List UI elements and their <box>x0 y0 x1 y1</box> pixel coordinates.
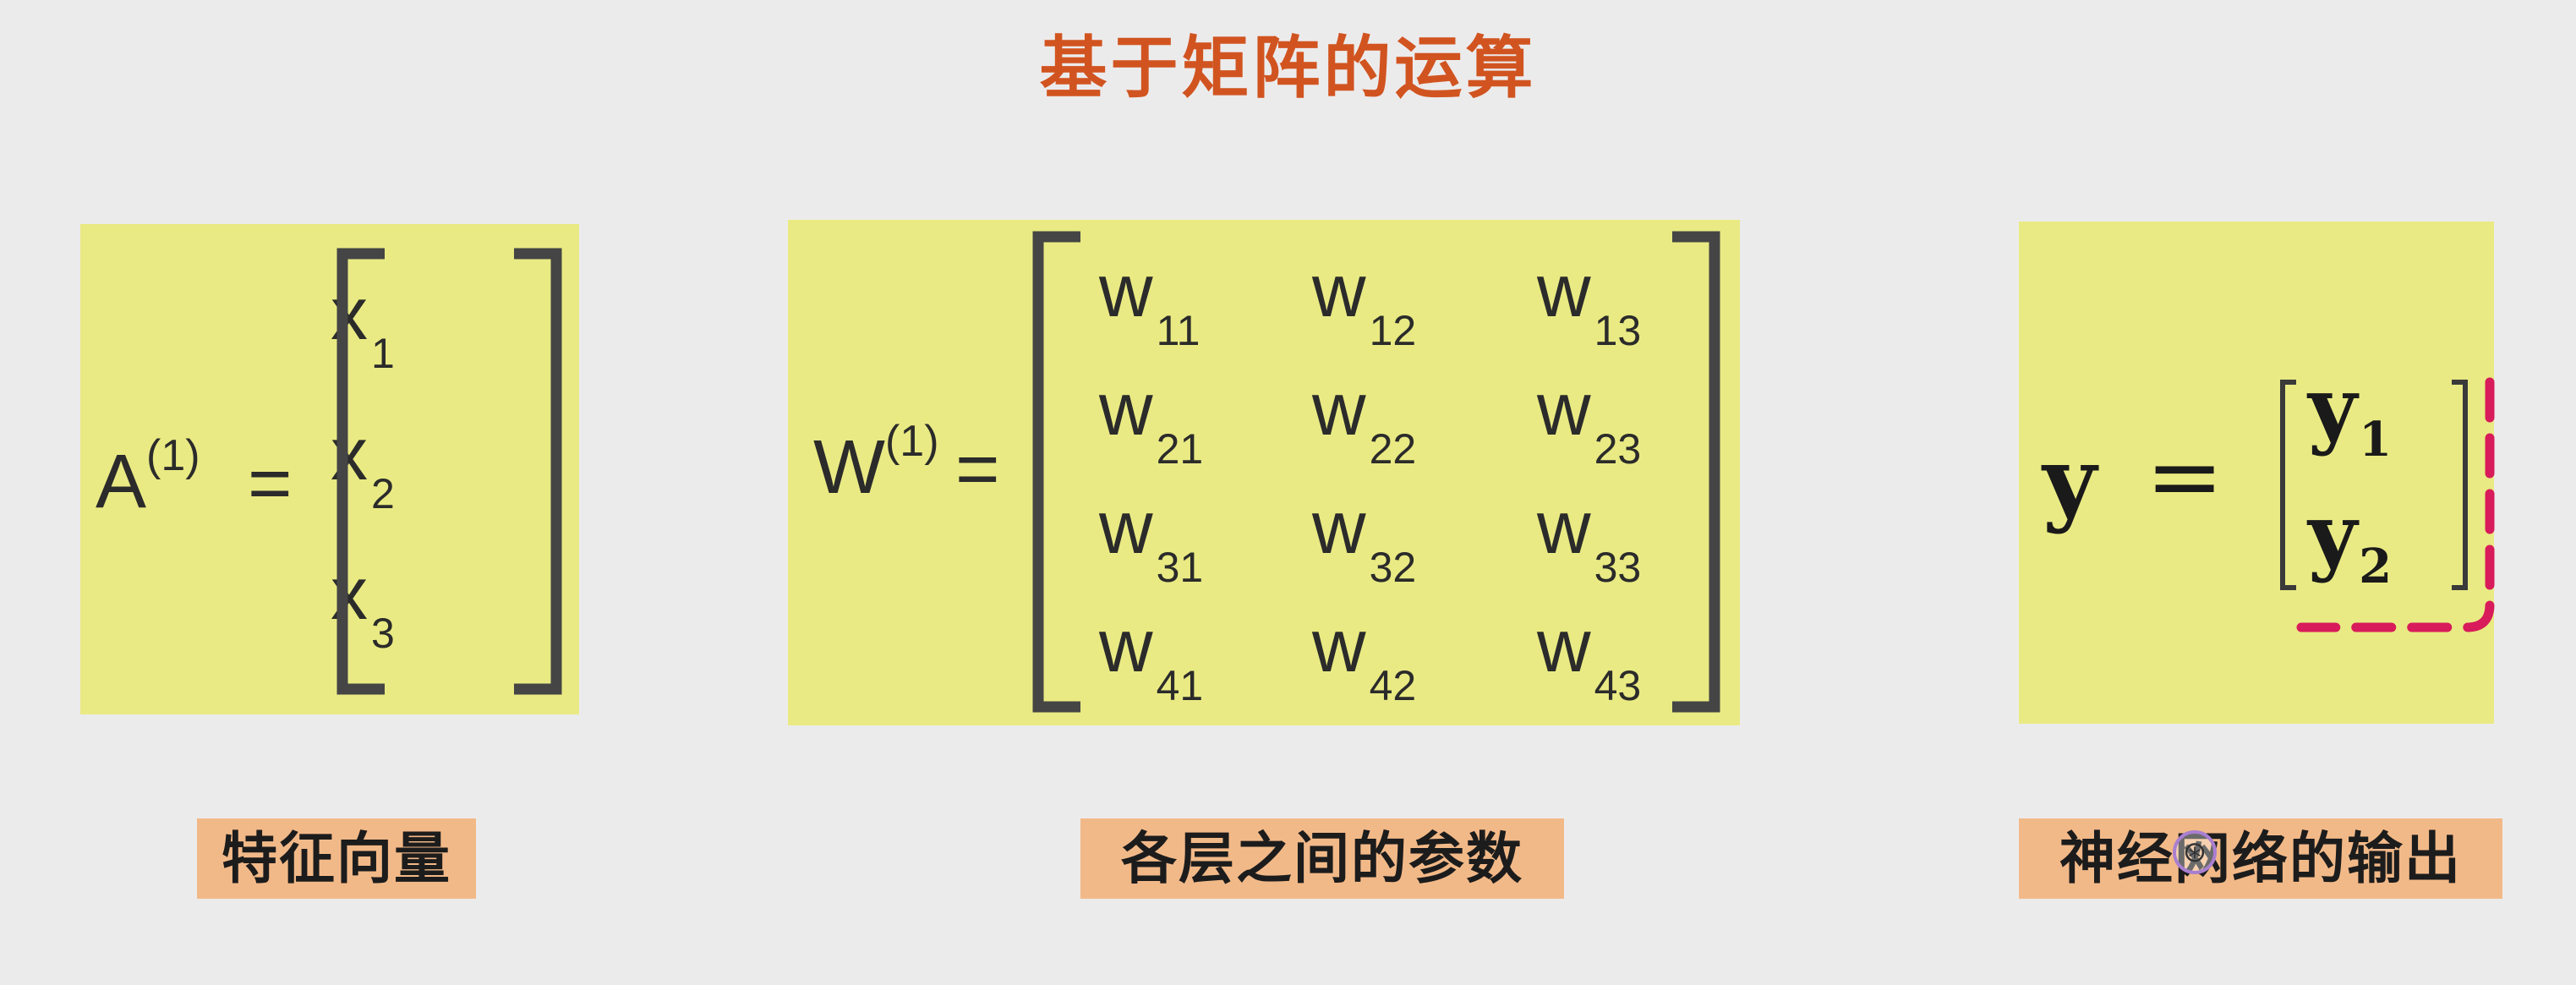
vector-entry: x1 <box>331 271 395 377</box>
feature-vector-equals: = <box>248 441 293 526</box>
weight-matrix-superscript: (1) <box>884 417 939 466</box>
weight-matrix-lhs: W(1) <box>813 419 939 506</box>
matrix-entry: w22 <box>1312 367 1417 473</box>
matrix-entry: w23 <box>1537 367 1642 473</box>
vector-entry: y1 <box>2308 358 2393 468</box>
page-title: 基于矩阵的运算 <box>1039 29 1537 107</box>
matrix-entry: w42 <box>1312 604 1417 709</box>
matrix-entry: w43 <box>1537 604 1642 709</box>
output-lhs: y <box>2043 426 2097 535</box>
weight-matrix-symbol: W <box>813 425 885 510</box>
weight-matrix-label: 各层之间的参数 <box>1080 818 1564 899</box>
matrix-entry: w12 <box>1312 249 1417 354</box>
vector-entry: x2 <box>331 412 395 517</box>
output-equals: = <box>2146 422 2224 530</box>
matrix-entry: w31 <box>1099 485 1204 591</box>
cursor-icon: ⊛ <box>2173 830 2217 874</box>
vector-entry: x3 <box>331 551 395 657</box>
matrix-entry: w41 <box>1099 604 1204 709</box>
weight-matrix-panel: W(1) = w11 w12 w13 w21 w22 w23 w31 w32 w… <box>788 220 1740 725</box>
weight-matrix-equals: = <box>955 427 1000 512</box>
matrix-entry: w32 <box>1312 485 1417 591</box>
feature-vector-symbol: A <box>96 440 147 524</box>
vector-entry: y2 <box>2308 484 2393 594</box>
feature-vector-superscript: (1) <box>146 431 200 480</box>
matrix-entry: w33 <box>1537 485 1642 591</box>
feature-vector-lhs: A(1) <box>96 434 200 520</box>
matrix-entry: w21 <box>1099 367 1204 473</box>
matrix-entry: w13 <box>1537 249 1642 354</box>
output-vector-panel: y = y1 y2 <box>2019 222 2494 724</box>
matrix-entry: w11 <box>1099 249 1200 354</box>
feature-vector-panel: A(1) = x1 x2 x3 <box>80 224 579 714</box>
output-label: 神经网络的输出 <box>2019 818 2502 899</box>
feature-vector-label: 特征向量 <box>197 818 476 899</box>
